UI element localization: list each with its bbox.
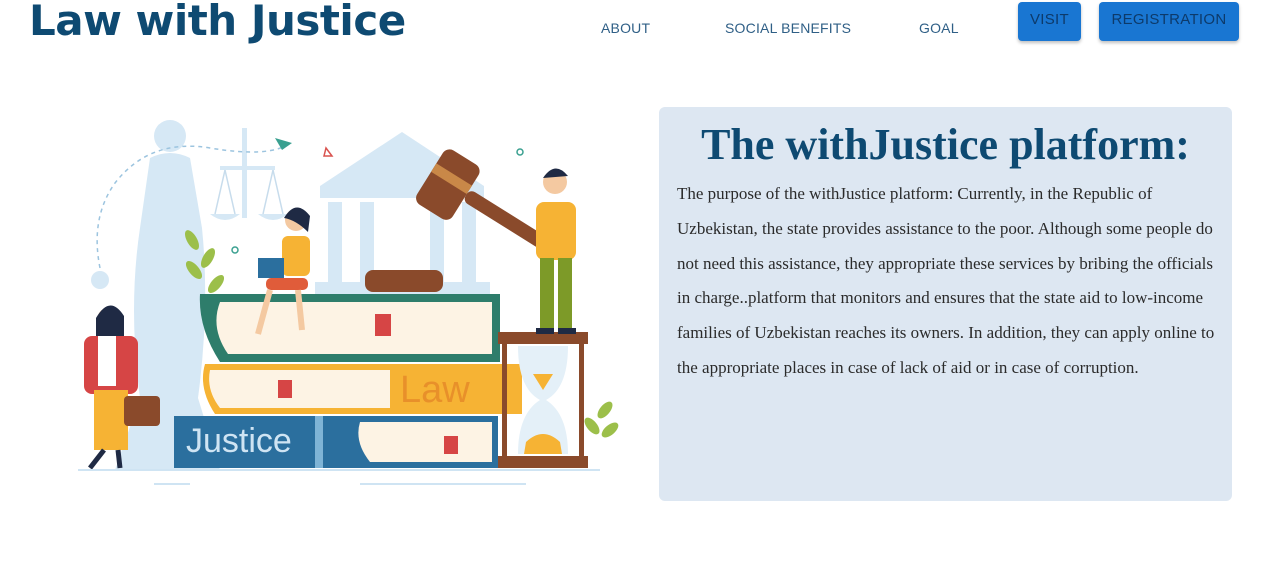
nav-link-about[interactable]: ABOUT — [601, 20, 650, 36]
law-justice-illustration: Law Justice — [70, 108, 630, 498]
law-book: Law — [202, 364, 523, 414]
registration-button[interactable]: REGISTRATION — [1099, 2, 1239, 41]
justice-book-label: Justice — [186, 422, 292, 460]
panel-title: The withJustice platform: — [701, 120, 1190, 169]
nav-link-goal[interactable]: GOAL — [919, 20, 959, 36]
man-figure — [536, 168, 576, 334]
site-logo[interactable]: Law with Justice — [29, 0, 406, 45]
justice-book: Justice — [174, 416, 498, 468]
law-book-label: Law — [400, 369, 470, 411]
platform-info-panel: The withJustice platform: The purpose of… — [659, 107, 1232, 501]
visit-button[interactable]: VISIT — [1018, 2, 1081, 41]
panel-description: The purpose of the withJustice platform:… — [677, 184, 1215, 377]
top-book — [199, 294, 501, 362]
courthouse-building — [315, 132, 490, 294]
nav-link-social-benefits[interactable]: SOCIAL BENEFITS — [725, 20, 851, 36]
